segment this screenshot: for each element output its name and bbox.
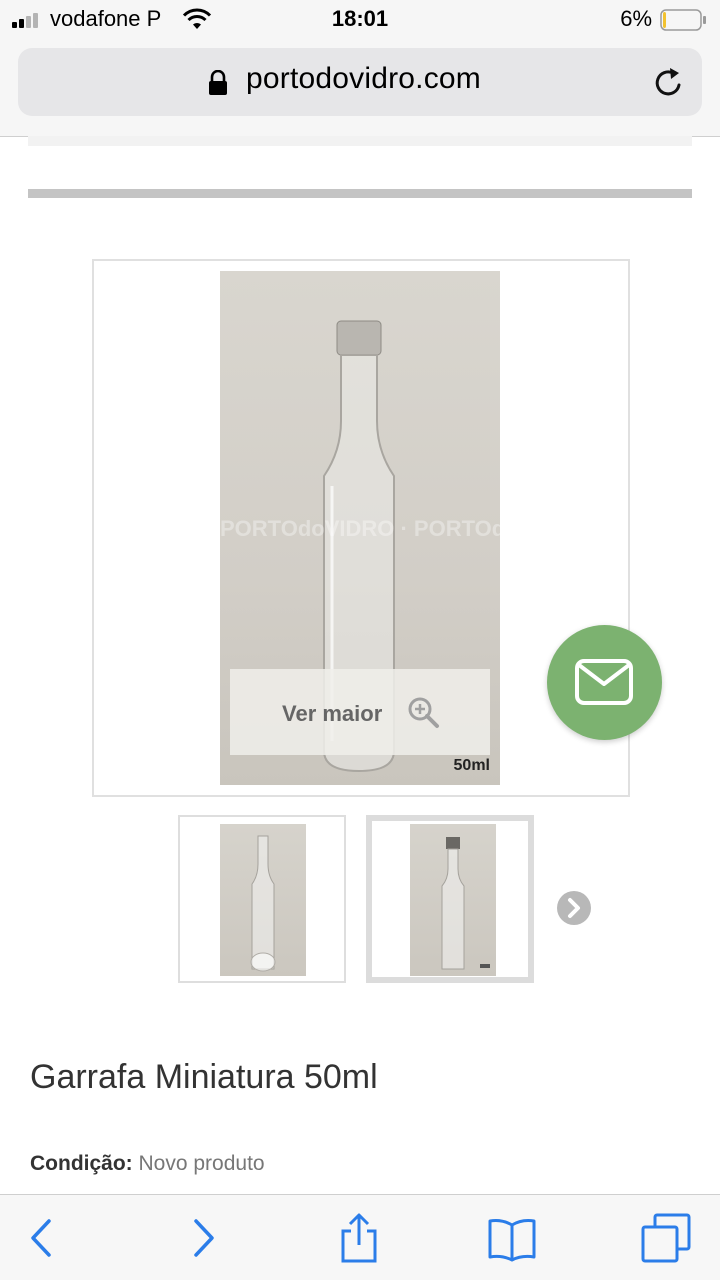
share-icon[interactable]	[334, 1213, 384, 1263]
image-watermark: PORTOdoVIDRO · PORTOdoVIDRO	[220, 516, 500, 541]
thumbnail-2[interactable]	[366, 815, 534, 983]
address-bar[interactable]: portodovidro.com	[18, 48, 702, 116]
lock-icon	[209, 70, 227, 95]
thumbnail-1[interactable]	[178, 815, 346, 983]
chevron-right-icon	[568, 898, 580, 918]
condition-value: Novo produto	[138, 1152, 265, 1175]
view-larger-label: Ver maior	[282, 701, 383, 726]
forward-icon[interactable]	[178, 1213, 228, 1263]
header-strip	[28, 136, 692, 146]
url-text: portodovidro.com	[246, 62, 481, 95]
battery-percent: 6%	[620, 6, 652, 31]
back-icon[interactable]	[17, 1213, 67, 1263]
product-title: Garrafa Miniatura 50ml	[30, 1058, 378, 1096]
contact-mail-button[interactable]	[547, 625, 662, 740]
tabs-icon[interactable]	[641, 1213, 691, 1263]
browser-toolbar	[0, 1194, 720, 1280]
screen: vodafone P 18:01 6% portodovidro.com POR…	[0, 0, 720, 1280]
thumbnail-image	[220, 824, 306, 976]
zoom-in-icon	[408, 697, 439, 728]
product-condition: Condição: Novo produto	[30, 1152, 265, 1176]
thumbnail-image	[410, 824, 496, 976]
reload-icon[interactable]	[652, 66, 686, 100]
mail-icon	[575, 659, 633, 705]
browser-chrome: portodovidro.com	[0, 40, 720, 137]
bookmarks-icon[interactable]	[487, 1213, 537, 1263]
condition-label: Condição:	[30, 1152, 133, 1175]
section-divider	[28, 189, 692, 198]
battery-icon	[660, 9, 706, 31]
image-size-label: 50ml	[453, 757, 490, 774]
view-larger-button[interactable]: Ver maior	[230, 669, 490, 755]
status-bar: vodafone P 18:01 6%	[0, 0, 720, 40]
product-image-frame[interactable]: PORTOdoVIDRO · PORTOdoVIDRO 50ml Ver mai…	[92, 259, 630, 797]
thumbnail-next-button[interactable]	[557, 891, 591, 925]
status-time: 18:01	[331, 6, 389, 31]
